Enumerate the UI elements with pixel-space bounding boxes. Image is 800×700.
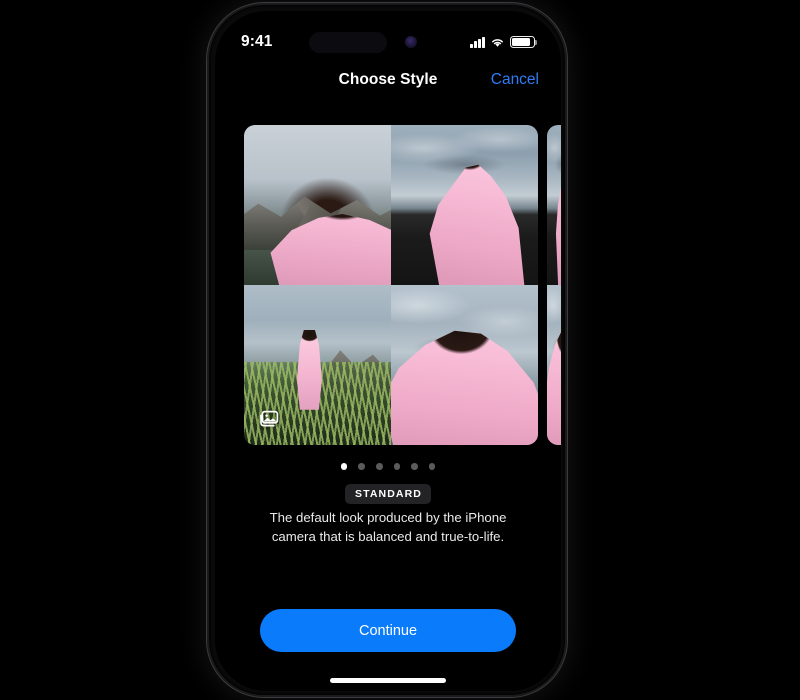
page-dot-2[interactable] <box>375 463 383 470</box>
phone-screen: 9:41 Choose Style Cancel STANDARD The de… <box>215 11 561 691</box>
home-indicator[interactable] <box>330 678 446 683</box>
cellular-bars-icon <box>470 36 485 48</box>
status-bar-time: 9:41 <box>241 33 273 50</box>
carousel-track[interactable] <box>244 125 561 449</box>
photo-portrait-profile-cloudy-sky <box>391 285 538 445</box>
style-carousel[interactable] <box>215 125 561 449</box>
battery-icon <box>510 36 538 48</box>
style-card-peek-next[interactable] <box>547 125 561 445</box>
page-title: Choose Style <box>338 71 438 88</box>
cancel-button[interactable]: Cancel <box>491 71 539 89</box>
photo-figure-black-sand-beach <box>391 125 538 285</box>
style-badge-container: STANDARD <box>215 484 561 504</box>
page-dot-0[interactable] <box>340 463 348 470</box>
status-bar-indicators <box>470 36 538 48</box>
style-name-badge: STANDARD <box>345 484 431 504</box>
page-dot-1[interactable] <box>358 463 365 470</box>
page-dot-5[interactable] <box>428 463 436 470</box>
page-dot-3[interactable] <box>393 463 401 470</box>
peek-photo-bottom <box>547 285 561 445</box>
peek-photo-top <box>547 125 561 285</box>
camera-active-dot-icon <box>405 36 417 48</box>
photo-portrait-closeup-mountains <box>244 125 391 285</box>
dynamic-island <box>309 31 387 53</box>
photo-subject-figure <box>296 329 322 410</box>
carousel-page-dots[interactable] <box>215 463 561 470</box>
screenshot-stage: 9:41 Choose Style Cancel STANDARD The de… <box>0 0 800 700</box>
style-description-text: The default look produced by the iPhone … <box>269 510 507 544</box>
phone-device-frame: 9:41 Choose Style Cancel STANDARD The de… <box>206 2 568 698</box>
wifi-icon <box>492 38 503 47</box>
page-dot-4[interactable] <box>411 463 418 470</box>
photo-stack-icon[interactable] <box>257 408 281 432</box>
continue-button[interactable]: Continue <box>260 609 516 652</box>
navigation-bar: Choose Style Cancel <box>215 63 561 97</box>
style-card-standard[interactable] <box>244 125 538 445</box>
status-bar: 9:41 <box>215 29 561 55</box>
